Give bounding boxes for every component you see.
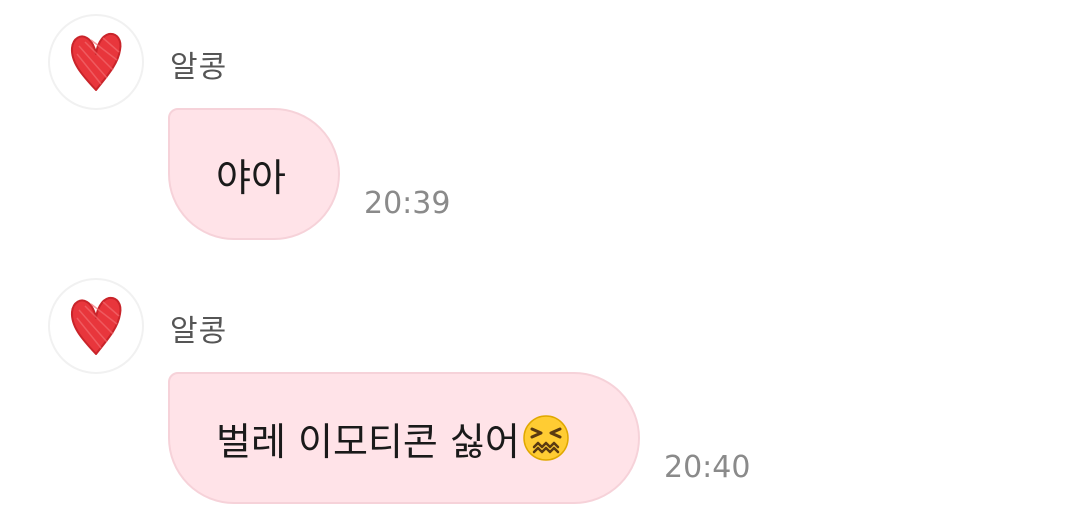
sender-name: 알콩 bbox=[170, 50, 228, 85]
message-timestamp: 20:40 bbox=[664, 450, 751, 485]
confounded-face-emoji-icon bbox=[522, 414, 570, 462]
message-text: 벌레 이모티콘 싫어 bbox=[216, 419, 520, 464]
avatar[interactable] bbox=[48, 14, 144, 110]
red-heart-doodle-icon bbox=[70, 32, 122, 91]
message-timestamp: 20:39 bbox=[364, 186, 451, 221]
chat-view: 알콩 야아 20:39 알콩 벌레 이모티콘 싫어 20:40 bbox=[0, 0, 1080, 532]
message-text: 야아 bbox=[216, 155, 286, 200]
red-heart-doodle-icon bbox=[70, 296, 122, 355]
message-bubble[interactable]: 벌레 이모티콘 싫어 bbox=[168, 372, 640, 504]
sender-name: 알콩 bbox=[170, 314, 228, 349]
message-bubble[interactable]: 야아 bbox=[168, 108, 340, 240]
avatar[interactable] bbox=[48, 278, 144, 374]
